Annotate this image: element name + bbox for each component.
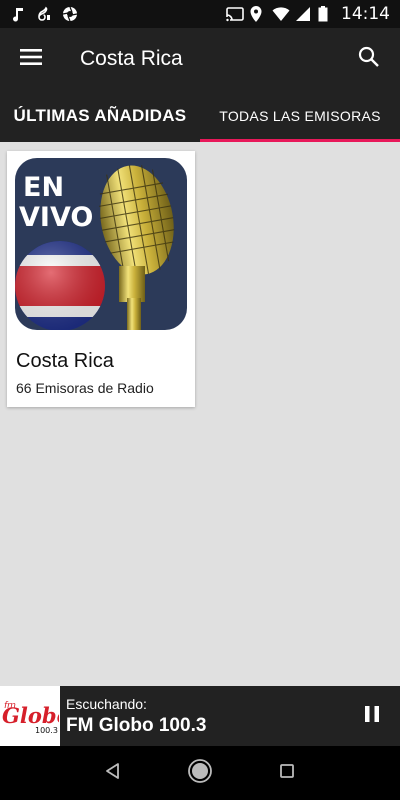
aperture-icon xyxy=(62,6,78,22)
player-label: Escuchando: xyxy=(66,695,147,712)
status-bar: 14:14 xyxy=(0,0,400,28)
signal-icon xyxy=(295,6,311,22)
pause-icon xyxy=(364,705,380,728)
battery-icon xyxy=(318,6,334,22)
wifi-icon xyxy=(272,6,290,22)
now-playing-bar[interactable]: fm Globo 100.3 Escuchando: FM Globo 100.… xyxy=(0,686,400,746)
card-subtitle: 66 Emisoras de Radio xyxy=(16,380,154,396)
tab-bar: ÚLTIMAS AÑADIDAS TODAS LAS EMISORAS xyxy=(0,90,400,142)
content-area: EN VIVO Costa Rica 66 Emisoras de Radio xyxy=(0,142,400,682)
location-icon xyxy=(249,6,265,22)
microphone-icon xyxy=(98,165,175,330)
cast-icon xyxy=(226,6,244,22)
svg-text:100.3: 100.3 xyxy=(35,726,58,735)
home-circle-icon xyxy=(187,758,213,789)
status-time: 14:14 xyxy=(341,4,390,24)
home-button[interactable] xyxy=(180,753,220,793)
costa-rica-flag-icon xyxy=(15,241,105,330)
menu-button[interactable] xyxy=(0,28,62,90)
tab-ultimas-anadidas[interactable]: ÚLTIMAS AÑADIDAS xyxy=(0,90,200,142)
recents-square-icon xyxy=(279,763,295,784)
clef-icon xyxy=(36,6,52,22)
station-list-card[interactable]: EN VIVO Costa Rica 66 Emisoras de Radio xyxy=(7,151,195,407)
back-button[interactable] xyxy=(93,753,133,793)
page-title: Costa Rica xyxy=(80,47,183,70)
card-title: Costa Rica xyxy=(16,350,114,372)
hamburger-menu-icon xyxy=(20,48,42,71)
system-nav-bar xyxy=(0,746,400,800)
svg-text:VIVO: VIVO xyxy=(19,202,93,233)
music-note-icon xyxy=(10,6,26,22)
svg-text:Globo: Globo xyxy=(2,703,59,728)
tab-todas-las-emisoras[interactable]: TODAS LAS EMISORAS xyxy=(200,90,400,142)
station-logo: fm Globo 100.3 xyxy=(0,686,60,746)
app-bar: Costa Rica xyxy=(0,28,400,90)
svg-text:EN: EN xyxy=(23,172,64,203)
back-triangle-icon xyxy=(104,762,122,785)
search-icon xyxy=(358,46,380,73)
player-station-name: FM Globo 100.3 xyxy=(66,714,207,736)
search-button[interactable] xyxy=(338,28,400,90)
card-artwork: EN VIVO xyxy=(15,158,187,330)
recents-button[interactable] xyxy=(267,753,307,793)
pause-button[interactable] xyxy=(344,686,400,746)
